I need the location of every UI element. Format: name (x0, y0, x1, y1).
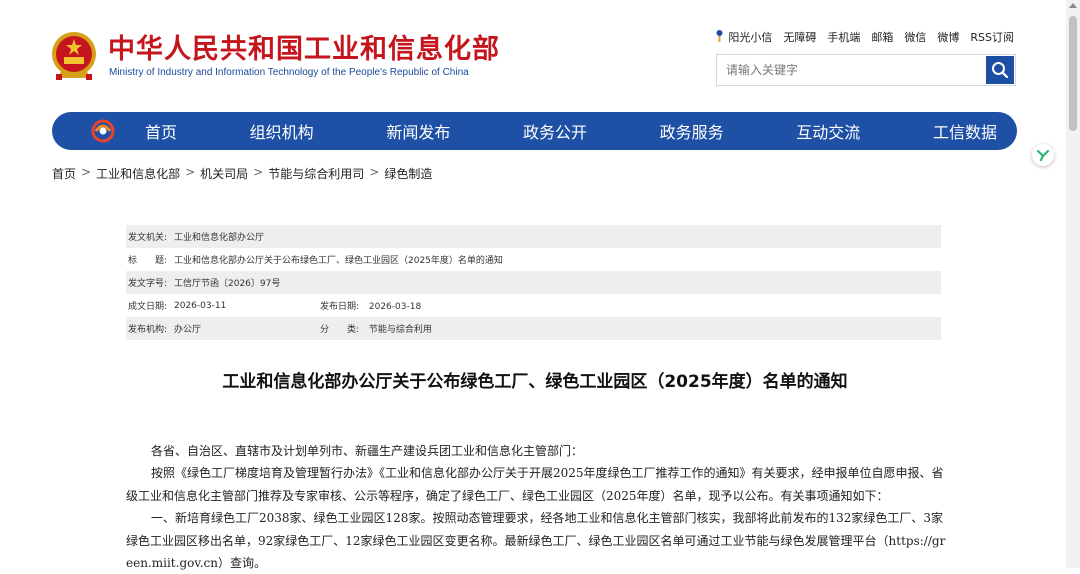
sunshine-link[interactable]: 阳光小信 (714, 29, 772, 45)
page-scrollbar[interactable] (1066, 0, 1080, 568)
info-label: 发文机关: (128, 233, 168, 243)
breadcrumb-energy-dept[interactable]: 节能与综合利用司 (268, 165, 364, 182)
sunshine-label: 阳光小信 (728, 31, 773, 44)
info-label: 分 类: (320, 325, 360, 335)
info-value: 2026-03-18 (368, 302, 422, 312)
info-row-issuer: 发文机关: 工业和信息化部办公厅 (126, 225, 941, 248)
nav-government-affairs[interactable]: 政务公开 (523, 119, 587, 143)
breadcrumb-green-manufacturing[interactable]: 绿色制造 (384, 165, 432, 182)
nav-home[interactable]: 首页 (145, 119, 177, 143)
info-value: 2026-03-11 (174, 300, 227, 311)
info-value: 节能与综合利用 (368, 325, 432, 335)
wechat-link[interactable]: 微信 (904, 29, 926, 45)
search-input[interactable] (717, 55, 983, 85)
info-row-dates: 成文日期: 2026-03-11 发布日期: 2026-03-18 (126, 294, 941, 317)
info-label: 发布机构: (128, 325, 168, 335)
document-body: 各省、自治区、直辖市及计划单列市、新疆生产建设兵团工业和信息化主管部门： 按照《… (126, 440, 946, 574)
info-value: 工业和信息化部办公厅关于公布绿色工厂、绿色工业园区（2025年度）名单的通知 (174, 256, 503, 266)
info-value: 工信厅节函〔2026〕97号 (174, 279, 281, 289)
helper-y-icon (1037, 149, 1049, 161)
search-icon (992, 62, 1009, 79)
info-label: 发文字号: (128, 279, 168, 289)
scroll-thumb[interactable] (1069, 16, 1077, 131)
breadcrumb-separator: > (369, 165, 380, 179)
breadcrumb-separator: > (253, 165, 264, 179)
email-link[interactable]: 邮箱 (871, 29, 893, 45)
scroll-up-arrow-icon[interactable] (1069, 3, 1077, 8)
info-row-docno: 发文字号: 工信厅节函〔2026〕97号 (126, 271, 941, 294)
weibo-link[interactable]: 微博 (937, 29, 959, 45)
info-published: 发布日期: 2026-03-18 (320, 299, 421, 312)
info-category: 分 类: 节能与综合利用 (320, 322, 432, 335)
info-row-title: 标 题: 工业和信息化部办公厅关于公布绿色工厂、绿色工业园区（2025年度）名单… (126, 248, 941, 271)
search-box (716, 54, 1016, 86)
breadcrumb-home[interactable]: 首页 (52, 165, 76, 182)
top-links: 阳光小信 无障碍 手机端 邮箱 微信 微博 RSS订阅 (714, 29, 1014, 45)
breadcrumb-departments[interactable]: 机关司局 (200, 165, 248, 182)
mobile-link[interactable]: 手机端 (827, 29, 860, 45)
nav-services[interactable]: 政务服务 (660, 119, 724, 143)
search-button[interactable] (986, 56, 1014, 84)
paragraph: 一、新培育绿色工厂2038家、绿色工业园区128家。按照动态管理要求，经各地工业… (126, 511, 946, 571)
floating-helper-button[interactable] (1032, 144, 1054, 166)
info-label: 成文日期: (128, 302, 168, 312)
document-title: 工业和信息化部办公厅关于公布绿色工厂、绿色工业园区（2025年度）名单的通知 (222, 372, 848, 392)
document-info-table: 发文机关: 工业和信息化部办公厅 标 题: 工业和信息化部办公厅关于公布绿色工厂… (126, 225, 941, 340)
breadcrumb-separator: > (81, 165, 92, 179)
sunshine-icon (716, 30, 723, 42)
nav-news[interactable]: 新闻发布 (386, 119, 450, 143)
nav-interaction[interactable]: 互动交流 (796, 119, 860, 143)
breadcrumb-separator: > (185, 165, 196, 179)
main-nav: 首页 组织机构 新闻发布 政务公开 政务服务 互动交流 工信数据 (52, 112, 1017, 150)
paragraph: 按照《绿色工厂梯度培育及管理暂行办法》《工业和信息化部办公厅关于开展2025年度… (126, 466, 944, 503)
info-value: 办公厅 (174, 325, 202, 335)
breadcrumb: 首页 > 工业和信息化部 > 机关司局 > 节能与综合利用司 > 绿色制造 (52, 165, 432, 182)
breadcrumb-ministry[interactable]: 工业和信息化部 (96, 165, 180, 182)
info-value: 工业和信息化部办公厅 (174, 233, 265, 243)
nav-logo-icon (90, 119, 116, 143)
info-label: 标 题: (128, 256, 168, 266)
national-emblem-icon (50, 30, 98, 82)
site-title[interactable]: 中华人民共和国工业和信息化部 (108, 33, 500, 67)
nav-organization[interactable]: 组织机构 (250, 119, 314, 143)
site-title-english: Ministry of Industry and Information Tec… (109, 67, 469, 78)
rss-link[interactable]: RSS订阅 (970, 29, 1014, 45)
nav-data[interactable]: 工信数据 (933, 119, 997, 143)
salutation: 各省、自治区、直辖市及计划单列市、新疆生产建设兵团工业和信息化主管部门： (151, 444, 584, 458)
info-label: 发布日期: (320, 302, 360, 312)
accessibility-link[interactable]: 无障碍 (783, 29, 816, 45)
info-row-org: 发布机构: 办公厅 分 类: 节能与综合利用 (126, 317, 941, 340)
